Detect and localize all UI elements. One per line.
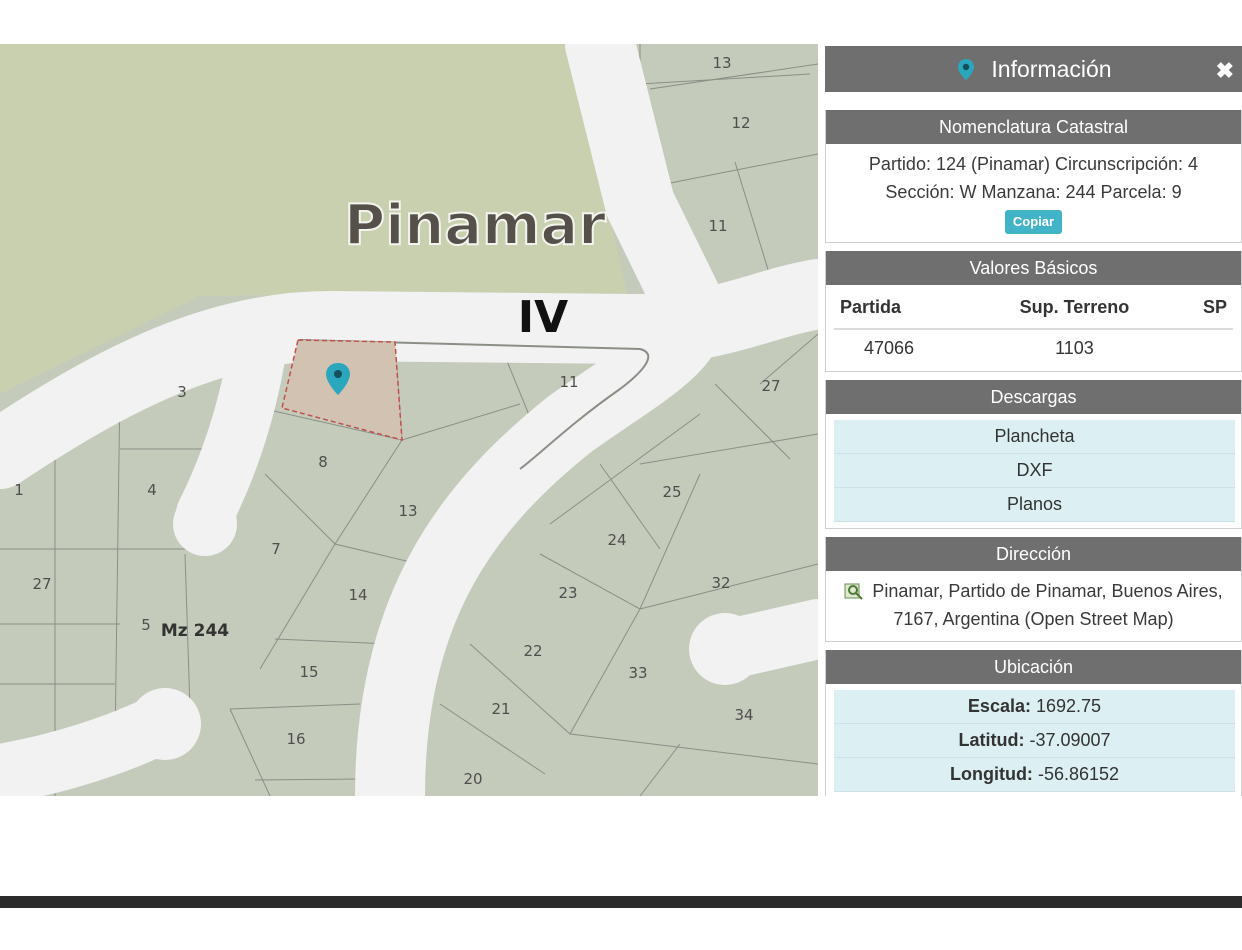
lot-number-label: 27 <box>32 575 51 593</box>
column-header: Sup. Terreno <box>974 289 1175 330</box>
valores-section: Valores Básicos Partida Sup. Terreno SP … <box>825 251 1242 372</box>
valores-table: Partida Sup. Terreno SP 47066 1103 <box>834 289 1233 367</box>
lot-number-label: 22 <box>523 642 542 660</box>
lot-number-label: 33 <box>628 664 647 682</box>
lot-number-label: 8 <box>318 453 328 471</box>
ubicacion-section: Ubicación Escala: 1692.75 Latitud: -37.0… <box>825 650 1242 796</box>
longitud-row: Longitud: -56.86152 <box>834 758 1235 792</box>
lot-number-label: 34 <box>734 706 753 724</box>
map-search-icon <box>844 580 864 600</box>
lot-number-label: 5 <box>141 616 151 634</box>
lot-number-label: 23 <box>558 584 577 602</box>
city-label: Pinamar <box>344 193 606 258</box>
info-panel: Información ✖ Nomenclatura Catastral Par… <box>825 46 1242 796</box>
column-header: SP <box>1174 289 1233 330</box>
valores-header: Valores Básicos <box>826 251 1241 285</box>
nomenclatura-line1: Partido: 124 (Pinamar) Circunscripción: … <box>868 154 1199 174</box>
partida-value: 47066 <box>864 338 915 358</box>
lot-number-label: 20 <box>463 770 482 788</box>
lot-number-label: 3 <box>177 383 187 401</box>
bottom-strip <box>0 896 1242 908</box>
info-title: Información <box>991 55 1112 82</box>
lot-number-label: 32 <box>711 574 730 592</box>
direccion-header: Dirección <box>826 537 1241 571</box>
lot-number-label: 13 <box>398 502 417 520</box>
lot-number-label: 11 <box>559 373 578 391</box>
escala-label: Escala: <box>967 696 1031 716</box>
copy-button[interactable]: Copiar <box>1004 210 1063 234</box>
lot-number-label: 4 <box>147 481 157 499</box>
latitud-row: Latitud: -37.09007 <box>834 724 1235 758</box>
lot-number-label: 27 <box>761 377 780 395</box>
cadastral-map[interactable]: Pinamar IV Mz 244 13 12 11 3 11 27 1 4 8 13 25 7 24 2… <box>0 44 818 796</box>
manzana-label: Mz 244 <box>161 621 229 641</box>
info-header: Información ✖ <box>825 46 1242 92</box>
nomenclatura-line2: Sección: W Manzana: 244 Parcela: 9 <box>885 182 1182 202</box>
superficie-value: 1103 <box>1055 338 1094 358</box>
lot-number-label: 16 <box>286 730 305 748</box>
map-canvas[interactable]: Pinamar IV Mz 244 131211311 271 4813257 242… <box>0 44 818 796</box>
escala-value: 1692.75 <box>1035 696 1102 716</box>
lot-number-label: 14 <box>348 586 367 604</box>
latitud-label: Latitud: <box>958 730 1025 750</box>
descargas-header: Descargas <box>826 380 1241 414</box>
longitud-value: -56.86152 <box>1037 764 1120 784</box>
longitud-label: Longitud: <box>949 764 1033 784</box>
cul-de-sac-lower <box>129 688 201 760</box>
lot-number-label: 12 <box>731 114 750 132</box>
table-row: 47066 1103 <box>834 329 1233 367</box>
plancheta-link[interactable]: Plancheta <box>834 420 1235 454</box>
nomenclatura-section: Nomenclatura Catastral Partido: 124 (Pin… <box>825 110 1242 243</box>
direccion-body: Pinamar, Partido de Pinamar, Buenos Aire… <box>826 571 1241 641</box>
escala-row: Escala: 1692.75 <box>834 690 1235 724</box>
descargas-section: Descargas Plancheta DXF Planos <box>825 380 1242 529</box>
lot-number-label: 24 <box>607 531 626 549</box>
lot-number-label: 21 <box>491 700 510 718</box>
nomenclatura-body: Partido: 124 (Pinamar) Circunscripción: … <box>826 144 1241 242</box>
cul-de-sac-east <box>689 613 761 685</box>
sector-label: IV <box>518 292 568 343</box>
direccion-text: Pinamar, Partido de Pinamar, Buenos Aire… <box>872 581 1223 629</box>
ubicacion-header: Ubicación <box>826 650 1241 684</box>
location-pin-icon <box>958 59 975 80</box>
lot-number-label: 15 <box>299 663 318 681</box>
nomenclatura-header: Nomenclatura Catastral <box>826 110 1241 144</box>
close-icon[interactable]: ✖ <box>1216 58 1234 84</box>
lot-number-label: 25 <box>662 483 681 501</box>
planos-link[interactable]: Planos <box>834 488 1235 522</box>
lot-number-label: 1 <box>14 481 24 499</box>
sp-value <box>1174 329 1233 367</box>
latitud-value: -37.09007 <box>1029 730 1111 750</box>
lot-number-label: 13 <box>712 54 731 72</box>
lot-number-label: 11 <box>708 217 727 235</box>
column-header: Partida <box>834 289 975 330</box>
dxf-link[interactable]: DXF <box>834 454 1235 488</box>
direccion-section: Dirección Pinamar, Partido de Pinamar, B… <box>825 537 1242 642</box>
cul-de-sac <box>173 492 237 556</box>
lot-number-label: 7 <box>271 540 281 558</box>
